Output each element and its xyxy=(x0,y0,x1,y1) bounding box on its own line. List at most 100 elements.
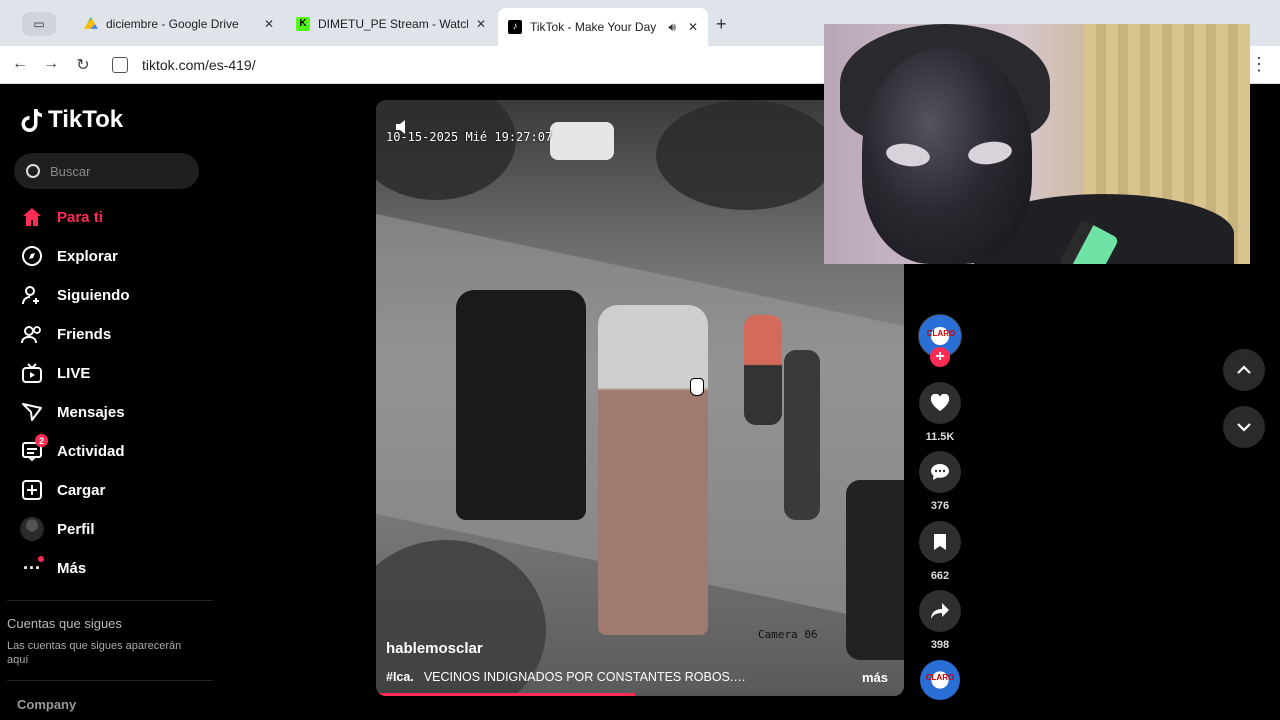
comment-icon xyxy=(931,464,949,480)
next-creator-avatar[interactable]: CLARO xyxy=(920,660,960,700)
following-description: Las cuentas que sigues aparecerán aquí xyxy=(7,640,182,666)
like-button[interactable] xyxy=(919,382,961,424)
close-icon[interactable]: ✕ xyxy=(264,17,274,31)
sidebar-item-label: Mensajes xyxy=(57,403,125,421)
video-progress-bar[interactable] xyxy=(376,693,904,696)
new-tab-button[interactable]: + xyxy=(716,14,727,35)
sidebar-item-label: Siguiendo xyxy=(57,286,130,304)
address-bar[interactable]: tiktok.com/es-419/ xyxy=(108,50,828,80)
comment-count: 376 xyxy=(930,500,950,512)
hand-cursor-icon xyxy=(690,378,704,396)
search-input[interactable]: Buscar xyxy=(14,153,199,189)
video-scene xyxy=(376,100,516,200)
share-count: 398 xyxy=(930,639,950,651)
tab-kick-stream[interactable]: K DIMETU_PE Stream - Watch l ✕ xyxy=(286,10,496,38)
close-icon[interactable]: ✕ xyxy=(688,20,698,34)
video-scene xyxy=(656,100,836,210)
video-scene xyxy=(550,122,614,160)
follow-plus-button[interactable]: + xyxy=(930,347,950,367)
search-placeholder: Buscar xyxy=(50,163,91,179)
tiktok-note-icon xyxy=(20,107,44,133)
sidebar-item-mas[interactable]: ··· Más xyxy=(20,553,86,583)
divider xyxy=(7,600,213,601)
video-scene xyxy=(598,305,708,635)
tiktok-logo[interactable]: TikTok xyxy=(20,106,123,134)
video-timestamp: 10-15-2025 Mié 19:27:07 xyxy=(386,130,553,144)
video-progress-fill xyxy=(376,693,635,696)
upload-plus-icon xyxy=(20,478,44,502)
more-button[interactable]: más xyxy=(862,670,888,685)
site-settings-icon[interactable] xyxy=(112,57,128,73)
user-follow-icon xyxy=(20,283,44,307)
sidebar-item-explorar[interactable]: Explorar xyxy=(20,241,118,271)
sidebar-item-label: Friends xyxy=(57,325,112,343)
sidebar-item-siguiendo[interactable]: Siguiendo xyxy=(20,280,130,310)
google-drive-icon xyxy=(84,17,98,29)
activity-icon: 2 xyxy=(20,434,48,463)
back-arrow-icon[interactable]: ← xyxy=(10,55,30,73)
webcam-mask-eye xyxy=(966,139,1014,167)
hashtag-link[interactable]: #Ica. xyxy=(386,670,414,684)
send-icon xyxy=(20,400,44,424)
sidebar-item-label: Cargar xyxy=(57,481,106,499)
tab-google-drive[interactable]: diciembre - Google Drive ✕ xyxy=(74,10,284,38)
sidebar-item-para-ti[interactable]: Para ti xyxy=(20,202,103,232)
avatar xyxy=(20,517,44,541)
speaker-icon[interactable]: 🔊︎ xyxy=(668,20,676,35)
more-dots-icon: ··· xyxy=(20,556,44,580)
save-count: 662 xyxy=(930,570,950,582)
sidebar-item-mensajes[interactable]: Mensajes xyxy=(20,397,125,427)
creator-avatar-text: CLARO xyxy=(925,673,955,682)
logo-text: TikTok xyxy=(48,106,124,133)
compass-icon xyxy=(20,244,44,268)
forward-arrow-icon[interactable]: → xyxy=(41,55,61,73)
video-caption: #Ica. VECINOS INDIGNADOS POR CONSTANTES R… xyxy=(386,670,786,684)
browser-menu-icon[interactable]: ⋮ xyxy=(1250,54,1268,75)
previous-video-button[interactable] xyxy=(1223,349,1265,391)
tab-title: DIMETU_PE Stream - Watch l xyxy=(318,17,468,31)
sidebar-item-label: Actividad xyxy=(57,442,125,460)
like-count: 11.5K xyxy=(925,431,955,443)
url-text: tiktok.com/es-419/ xyxy=(142,57,256,73)
reload-icon[interactable]: ↻ xyxy=(73,55,93,75)
sidebar-item-label: LIVE xyxy=(57,364,91,382)
bookmark-icon xyxy=(934,534,946,550)
sidebar-item-label: Para ti xyxy=(57,208,103,226)
sidebar-item-cargar[interactable]: Cargar xyxy=(20,475,105,505)
video-author[interactable]: hablemosclar xyxy=(386,640,483,657)
divider xyxy=(7,680,213,681)
video-scene xyxy=(846,480,904,660)
tab-title: TikTok - Make Your Day xyxy=(530,20,657,34)
sidebar: TikTok Buscar Para ti Explorar Siguiendo… xyxy=(0,84,215,720)
webcam-mask xyxy=(862,48,1032,264)
sidebar-item-perfil[interactable]: Perfil xyxy=(20,514,95,544)
activity-badge: 2 xyxy=(35,434,48,447)
close-icon[interactable]: ✕ xyxy=(476,17,486,31)
tab-search-icon[interactable]: ▭ xyxy=(22,12,56,36)
webcam-mask-eye xyxy=(884,141,932,169)
camera-label: Camera 06 xyxy=(758,628,818,641)
save-button[interactable] xyxy=(919,521,961,563)
company-link[interactable]: Company xyxy=(17,697,76,712)
creator-avatar-text: CLARO xyxy=(926,329,956,338)
sidebar-item-label: Más xyxy=(57,559,87,577)
search-icon xyxy=(26,164,40,178)
caption-text: VECINOS INDIGNADOS POR CONSTANTES ROBOS.… xyxy=(423,670,746,684)
next-video-button[interactable] xyxy=(1223,406,1265,448)
home-icon xyxy=(20,205,44,229)
sidebar-item-friends[interactable]: Friends xyxy=(20,319,111,349)
sidebar-item-live[interactable]: LIVE xyxy=(20,358,90,388)
tab-tiktok[interactable]: ♪ TikTok - Make Your Day 🔊︎ ✕ xyxy=(498,8,708,46)
heart-icon xyxy=(930,394,950,411)
comment-button[interactable] xyxy=(919,451,961,493)
notification-dot xyxy=(38,556,44,562)
sidebar-item-actividad[interactable]: 2 Actividad xyxy=(20,434,125,466)
share-button[interactable] xyxy=(919,590,961,632)
video-scene xyxy=(784,350,820,520)
kick-icon: K xyxy=(296,17,310,31)
chevron-up-icon xyxy=(1237,365,1251,374)
sidebar-item-label: Perfil xyxy=(57,520,95,538)
following-title: Cuentas que sigues xyxy=(7,616,122,631)
video-scene xyxy=(456,290,586,520)
friends-icon xyxy=(20,322,44,346)
